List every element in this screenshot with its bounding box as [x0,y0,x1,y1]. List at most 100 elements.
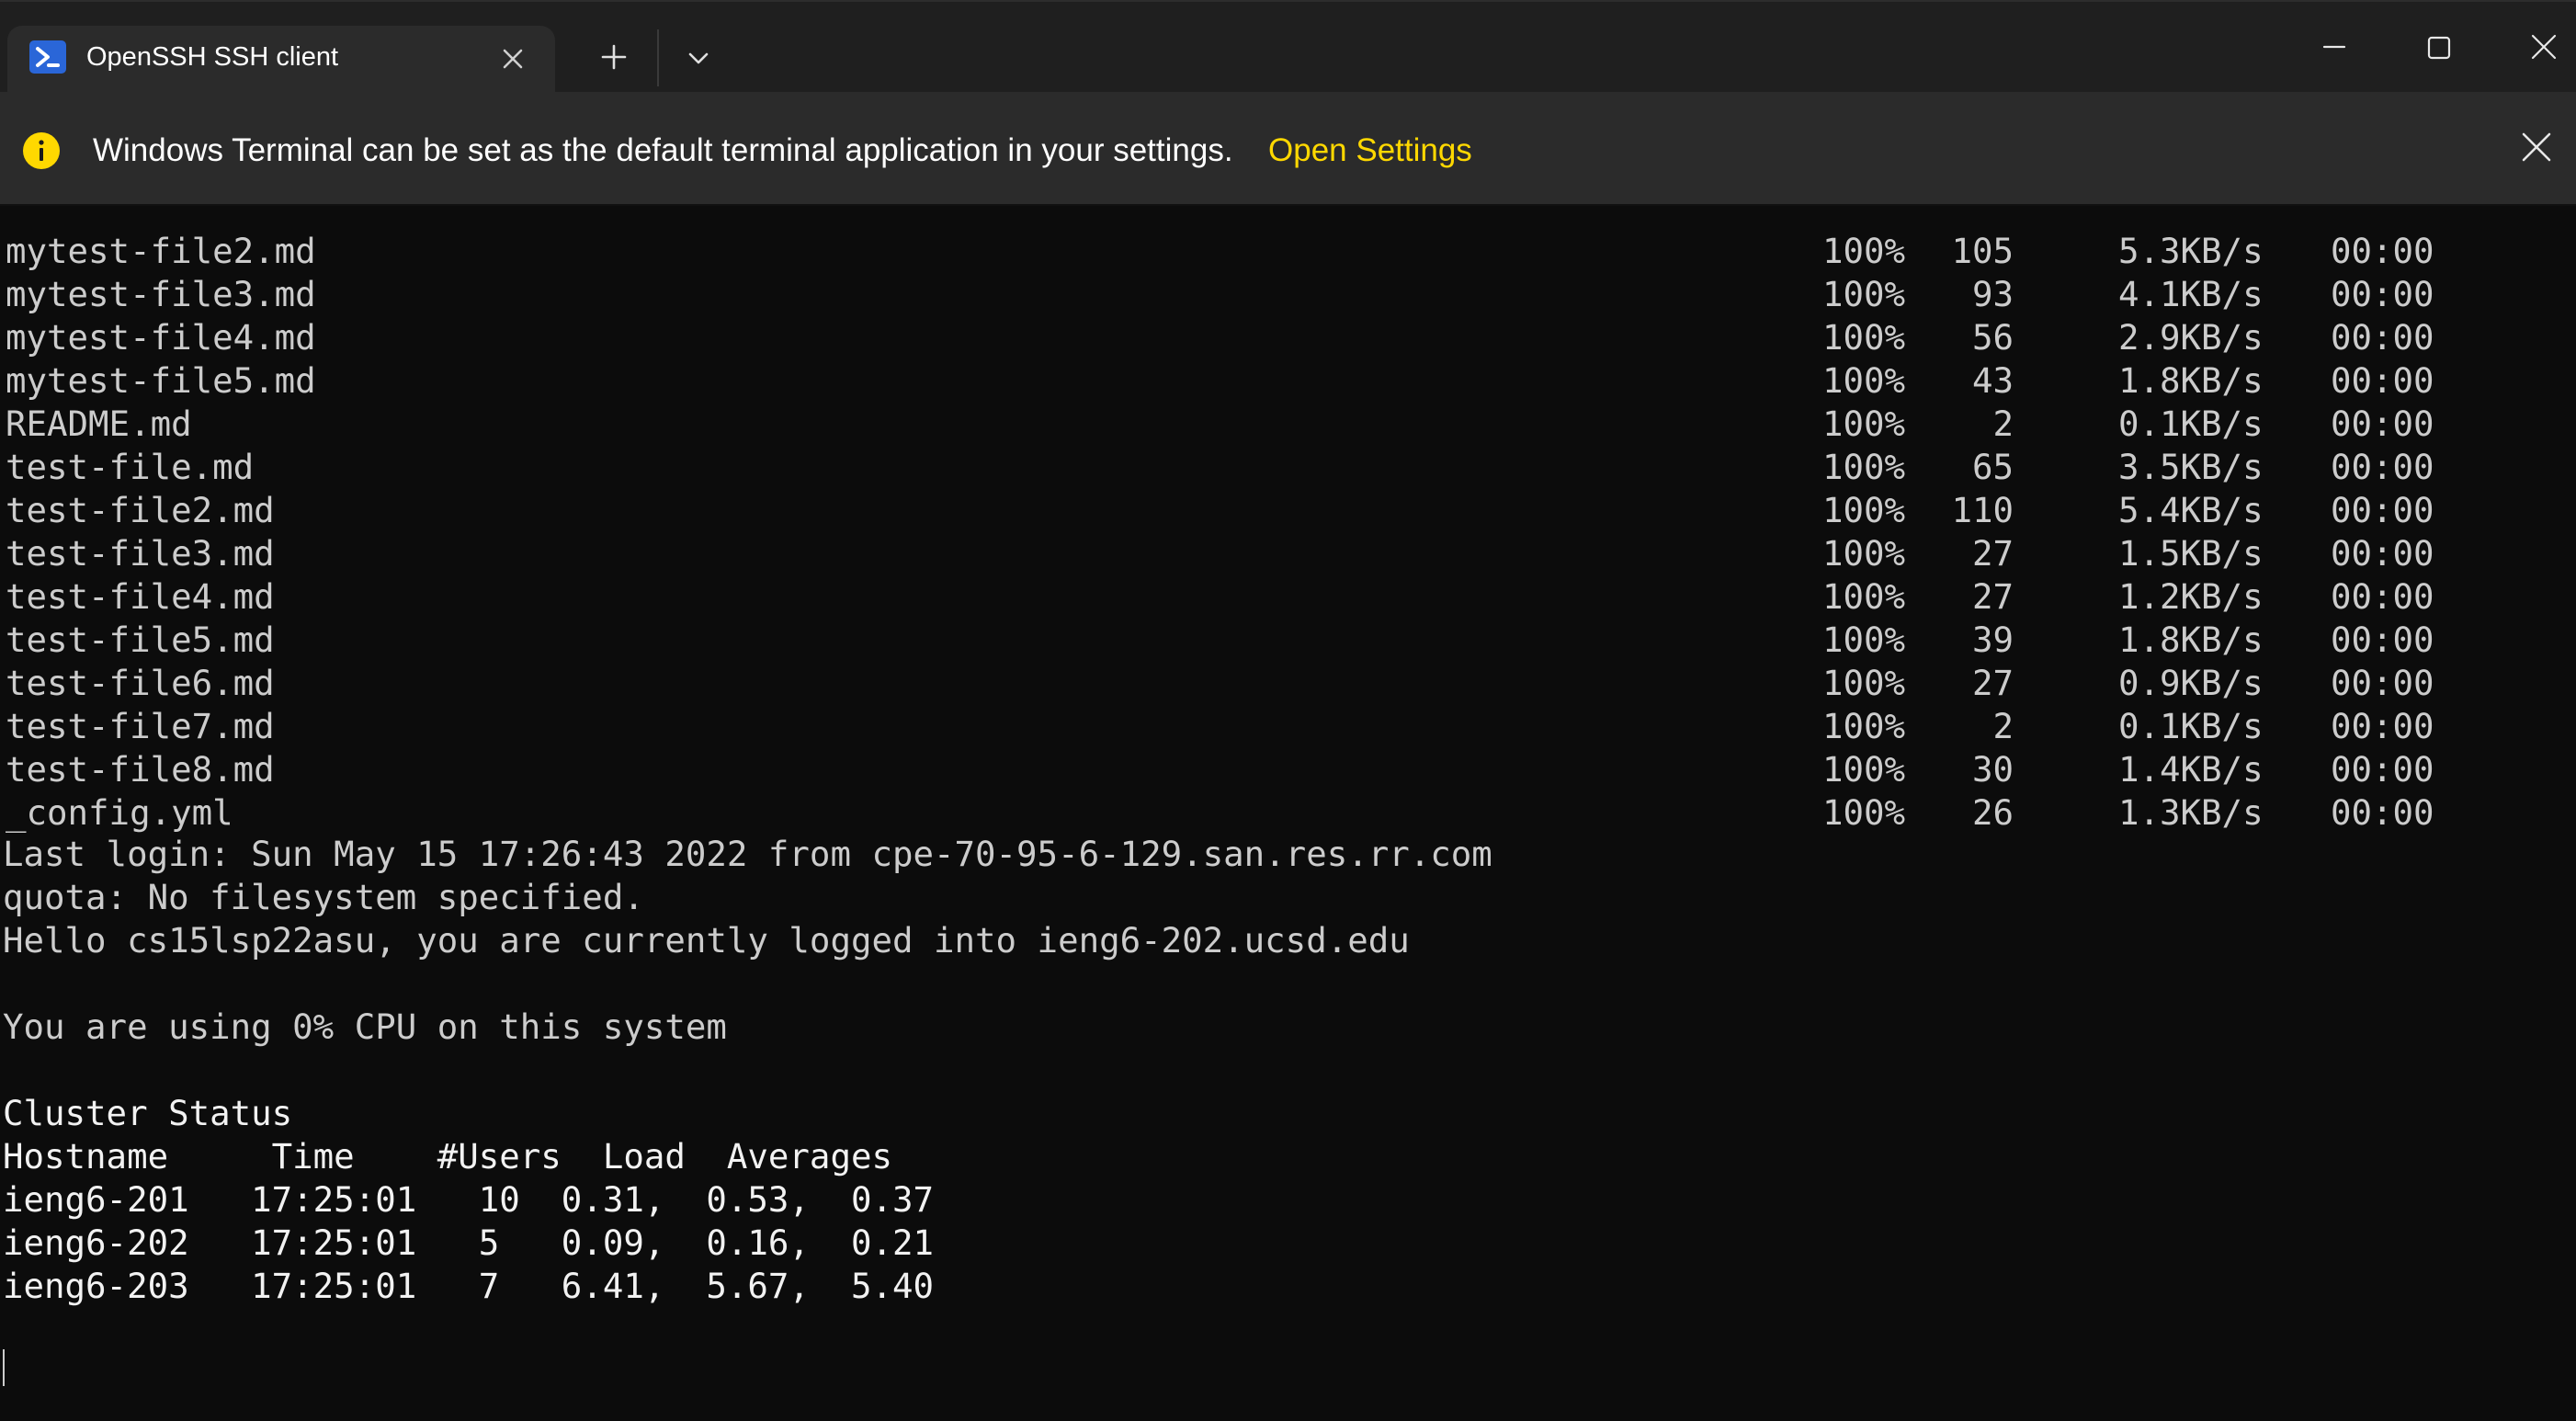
transfer-size: 27 [1971,576,2014,617]
title-bar[interactable]: OpenSSH SSH client [0,0,2576,94]
transfer-eta: 00:00 [2331,792,2434,833]
transfer-rate: 5.3KB/s [2118,231,2264,271]
transfer-percent: 100% [1822,706,1906,746]
last-login-line: Last login: Sun May 15 17:26:43 2022 fro… [3,834,1492,874]
transfer-percent: 100% [1822,792,1906,833]
transfer-size: 30 [1971,749,2014,790]
transfer-percent: 100% [1822,663,1906,703]
transfer-file-name: test-file5.md [6,620,275,660]
cluster-row: ieng6-203 17:25:01 7 6.41, 5.67, 5.40 [3,1266,934,1306]
new-tab-plus-icon[interactable] [588,33,640,79]
transfer-eta: 00:00 [2331,447,2434,487]
transfer-eta: 00:00 [2331,274,2434,314]
transfer-file-name: mytest-file2.md [6,231,316,271]
transfer-size: 27 [1971,533,2014,574]
transfer-file-name: test-file7.md [6,706,275,746]
transfer-file-name: README.md [6,404,192,444]
transfer-percent: 100% [1822,360,1906,401]
transfer-percent: 100% [1822,404,1906,444]
open-settings-link[interactable]: Open Settings [1268,132,1472,169]
transfer-eta: 00:00 [2331,490,2434,530]
transfer-row: test-file4.md 100% 27 1.2KB/s 00:00 [3,575,2576,619]
transfer-rate: 1.4KB/s [2118,749,2264,790]
terminal-cursor [3,1349,5,1386]
transfer-eta: 00:00 [2331,576,2434,617]
transfer-eta: 00:00 [2331,663,2434,703]
powershell-icon [29,40,66,74]
default-terminal-info-bar: Windows Terminal can be set as the defau… [0,92,2576,206]
transfer-percent: 100% [1822,274,1906,314]
quota-line: quota: No filesystem specified. [3,877,644,917]
transfer-percent: 100% [1822,576,1906,617]
transfer-file-name: test-file2.md [6,490,275,530]
transfer-row: test-file5.md 100% 39 1.8KB/s 00:00 [3,619,2576,662]
cluster-status-title: Cluster Status [3,1093,293,1133]
transfer-row: test-file2.md 100% 110 5.4KB/s 00:00 [3,489,2576,532]
cpu-usage-line: You are using 0% CPU on this system [3,1006,727,1047]
transfer-size: 2 [1992,706,2014,746]
tab-openssh[interactable]: OpenSSH SSH client [7,26,555,94]
transfer-size: 26 [1971,792,2014,833]
transfer-row: test-file3.md 100% 27 1.5KB/s 00:00 [3,532,2576,575]
transfer-percent: 100% [1822,447,1906,487]
transfer-percent: 100% [1822,533,1906,574]
transfer-file-name: mytest-file4.md [6,317,316,358]
transfer-size: 105 [1951,231,2014,271]
transfer-file-name: test-file6.md [6,663,275,703]
transfer-file-name: test-file.md [6,447,255,487]
close-info-bar-icon[interactable] [2516,127,2557,167]
transfer-row: test-file7.md 100% 2 0.1KB/s 00:00 [3,705,2576,748]
transfer-rate: 3.5KB/s [2118,447,2264,487]
transfer-eta: 00:00 [2331,360,2434,401]
transfer-eta: 00:00 [2331,317,2434,358]
transfer-file-name: test-file4.md [6,576,275,617]
transfer-rate: 0.1KB/s [2118,706,2264,746]
info-icon [23,132,60,169]
transfer-row: mytest-file3.md 100% 93 4.1KB/s 00:00 [3,273,2576,316]
transfer-rate: 1.8KB/s [2118,360,2264,401]
transfer-row: test-file6.md 100% 27 0.9KB/s 00:00 [3,662,2576,705]
transfer-file-name: test-file3.md [6,533,275,574]
transfer-file-name: _config.yml [6,792,233,833]
transfer-size: 43 [1971,360,2014,401]
transfer-rate: 1.3KB/s [2118,792,2264,833]
transfer-percent: 100% [1822,231,1906,271]
transfer-eta: 00:00 [2331,749,2434,790]
transfer-rate: 1.8KB/s [2118,620,2264,660]
terminal-output[interactable]: mytest-file2.md 100% 105 5.3KB/s 00:00 mytest… [0,206,2576,1421]
transfer-rate: 0.1KB/s [2118,404,2264,444]
transfer-file-name: mytest-file5.md [6,360,316,401]
transfer-rate: 4.1KB/s [2118,274,2264,314]
transfer-row: mytest-file4.md 100% 56 2.9KB/s 00:00 [3,316,2576,359]
tab-title: OpenSSH SSH client [86,42,339,72]
transfer-row: _config.yml 100% 26 1.3KB/s 00:00 [3,791,2576,835]
chevron-down-icon[interactable] [675,35,722,81]
transfer-row: mytest-file2.md 100% 105 5.3KB/s 00:00 [3,230,2576,273]
close-tab-icon[interactable] [493,39,533,79]
transfer-row: mytest-file5.md 100% 43 1.8KB/s 00:00 [3,359,2576,403]
transfer-row: README.md 100% 2 0.1KB/s 00:00 [3,403,2576,446]
transfer-percent: 100% [1822,490,1906,530]
info-message: Windows Terminal can be set as the defau… [93,132,1233,168]
transfer-size: 39 [1971,620,2014,660]
minimize-icon[interactable] [2305,22,2364,74]
transfer-file-name: test-file8.md [6,749,275,790]
transfer-percent: 100% [1822,620,1906,660]
maximize-icon[interactable] [2410,22,2468,74]
transfer-eta: 00:00 [2331,533,2434,574]
titlebar-divider [657,29,659,86]
transfer-size: 2 [1992,404,2014,444]
transfer-rate: 5.4KB/s [2118,490,2264,530]
transfer-row: test-file.md 100% 65 3.5KB/s 00:00 [3,446,2576,489]
transfer-rate: 1.2KB/s [2118,576,2264,617]
cluster-row: ieng6-201 17:25:01 10 0.31, 0.53, 0.37 [3,1179,934,1220]
close-window-icon[interactable] [2514,22,2573,74]
transfer-eta: 00:00 [2331,620,2434,660]
cluster-table-header: Hostname Time #Users Load Averages [3,1136,892,1177]
transfer-rate: 2.9KB/s [2118,317,2264,358]
hello-line: Hello cs15lsp22asu, you are currently lo… [3,920,1410,961]
transfer-size: 65 [1971,447,2014,487]
transfer-percent: 100% [1822,317,1906,358]
transfer-eta: 00:00 [2331,706,2434,746]
transfer-size: 27 [1971,663,2014,703]
